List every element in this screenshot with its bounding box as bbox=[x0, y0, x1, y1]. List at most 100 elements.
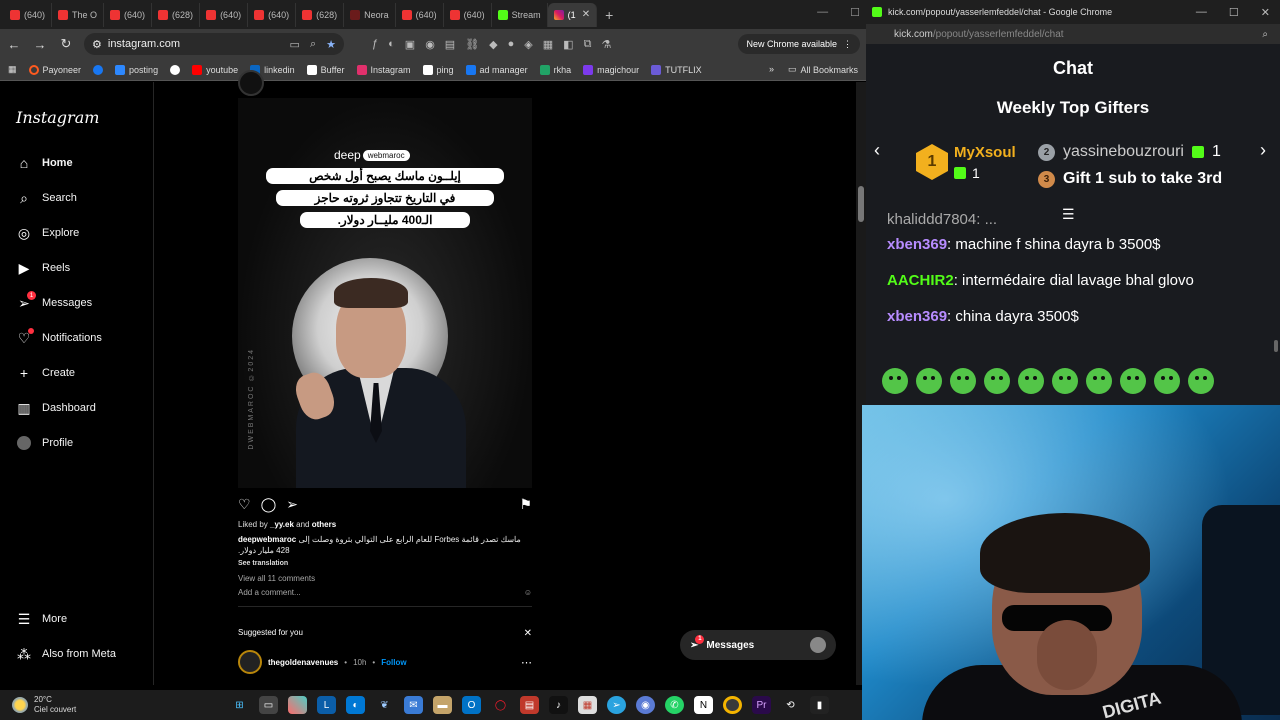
nav-home[interactable]: ⌂ Home bbox=[16, 154, 102, 172]
suggested-avatar[interactable] bbox=[238, 650, 262, 674]
extension-icon[interactable]: ◐ bbox=[388, 38, 395, 51]
opera-icon[interactable]: ◯ bbox=[491, 696, 510, 714]
bookmark-facebook[interactable] bbox=[93, 64, 104, 75]
extension-icon[interactable]: ◈ bbox=[524, 38, 532, 51]
windows-start-icon[interactable]: ⊞ bbox=[230, 696, 249, 714]
nav-also-from-meta[interactable]: ⁂ Also from Meta bbox=[16, 645, 116, 663]
url-input[interactable]: ⚙ instagram.com ▭ ⌕ ★ bbox=[84, 33, 344, 55]
minimize-icon[interactable]: — bbox=[817, 6, 828, 19]
extension-icon[interactable]: ◧ bbox=[563, 38, 573, 51]
apps-grid-icon[interactable]: ▦ bbox=[8, 64, 17, 75]
browser-tab[interactable]: (640) bbox=[248, 2, 297, 27]
task-view-icon[interactable]: ▭ bbox=[259, 696, 278, 714]
back-icon[interactable]: ← bbox=[6, 37, 22, 52]
browser-tab[interactable]: (628) bbox=[152, 2, 201, 27]
forward-icon[interactable]: → bbox=[32, 37, 48, 52]
gifter-name[interactable]: yassinebouzrouri bbox=[1063, 143, 1184, 161]
all-bookmarks-button[interactable]: ▭ All Bookmarks bbox=[788, 64, 858, 75]
close-tab-icon[interactable]: ✕ bbox=[582, 9, 590, 20]
app-icon[interactable]: ▮ bbox=[810, 696, 829, 714]
cast-icon[interactable]: ▭ bbox=[290, 38, 300, 51]
camera-extension-icon[interactable]: ◉ bbox=[425, 38, 435, 51]
add-comment-input[interactable]: Add a comment... ☺ bbox=[238, 588, 532, 597]
mail-icon[interactable]: ✉ bbox=[404, 696, 423, 714]
nav-dashboard[interactable]: ▥ Dashboard bbox=[16, 399, 102, 417]
bookmark-ping[interactable]: ping bbox=[422, 64, 454, 75]
chat-username[interactable]: AACHIR2 bbox=[887, 272, 954, 289]
follow-button[interactable]: Follow bbox=[381, 658, 406, 667]
bookmark-instagram[interactable]: Instagram bbox=[356, 64, 411, 75]
emoji-icon[interactable]: ☺ bbox=[524, 588, 532, 597]
see-translation-link[interactable]: See translation bbox=[238, 560, 288, 567]
suggested-username[interactable]: thegoldenavenues bbox=[268, 658, 338, 667]
puzzle-icon[interactable]: ⧉ bbox=[584, 38, 592, 51]
post-image[interactable]: deep webmaroc إيلــون ماسك يصبح أول شخص ف… bbox=[238, 98, 532, 488]
instagram-logo[interactable]: Instagram bbox=[16, 108, 99, 127]
nav-messages[interactable]: ➢ 1 Messages bbox=[16, 291, 102, 312]
chrome-icon[interactable] bbox=[723, 696, 742, 714]
caption-username[interactable]: deepwebmaroc bbox=[238, 535, 296, 544]
extension-icon[interactable]: ▦ bbox=[543, 38, 553, 51]
extension-icon[interactable]: ▤ bbox=[445, 38, 455, 51]
app-icon[interactable]: ◐ bbox=[346, 696, 365, 714]
weather-widget[interactable]: 20°C Ciel couvert bbox=[0, 695, 76, 715]
maximize-icon[interactable]: ☐ bbox=[1229, 6, 1239, 19]
bookmark-google[interactable] bbox=[170, 64, 181, 75]
bookmark-rkha[interactable]: rkha bbox=[539, 64, 571, 75]
liked-by-others[interactable]: others bbox=[312, 520, 336, 529]
gifter-name[interactable]: MyXsoul bbox=[954, 144, 1016, 161]
bookmark-star-icon[interactable]: ★ bbox=[326, 38, 336, 51]
nav-reels[interactable]: ▶ Reels bbox=[16, 259, 102, 277]
extension-icon[interactable]: ◆ bbox=[489, 38, 497, 51]
bookmark-tutflix[interactable]: TUTFLIX bbox=[651, 64, 702, 75]
maximize-icon[interactable]: ☐ bbox=[850, 6, 860, 19]
more-bookmarks-icon[interactable]: » bbox=[769, 64, 774, 75]
close-icon[interactable]: ✕ bbox=[524, 628, 532, 639]
chat-username[interactable]: xben369 bbox=[887, 308, 947, 325]
bookmark-magichour[interactable]: magichour bbox=[583, 64, 639, 75]
like-heart-icon[interactable]: ♡ bbox=[238, 496, 251, 512]
chevron-left-icon[interactable]: ‹ bbox=[874, 140, 880, 161]
app-icon[interactable]: ▦ bbox=[578, 696, 597, 714]
app-icon[interactable]: ❦ bbox=[375, 696, 394, 714]
browser-tab[interactable]: Neora bbox=[344, 2, 396, 27]
new-chrome-button[interactable]: New Chrome available ⋮ bbox=[738, 34, 860, 54]
scrollbar-thumb[interactable] bbox=[858, 186, 864, 222]
capcut-icon[interactable]: ⟲ bbox=[781, 696, 800, 714]
bookmark-posting[interactable]: posting bbox=[115, 64, 158, 75]
outlook-icon[interactable]: O bbox=[462, 696, 481, 714]
bookmark-payoneer[interactable]: Payoneer bbox=[28, 64, 81, 75]
premiere-icon[interactable]: Pr bbox=[752, 696, 771, 714]
extension-icon[interactable]: ● bbox=[508, 38, 515, 51]
nav-explore[interactable]: ◎ Explore bbox=[16, 224, 102, 242]
view-comments-link[interactable]: View all 11 comments bbox=[238, 574, 315, 583]
nav-profile[interactable]: Profile bbox=[16, 434, 102, 452]
bookmark-buffer[interactable]: Buffer bbox=[306, 64, 345, 75]
save-bookmark-icon[interactable]: ⚑ bbox=[519, 496, 532, 512]
bookmark-ad-manager[interactable]: ad manager bbox=[465, 64, 528, 75]
popup-url-bar[interactable]: kick.com/popout/yasserlemfeddel/chat ⌕ bbox=[866, 24, 1280, 44]
reload-icon[interactable]: ↻ bbox=[58, 36, 74, 52]
zoom-icon[interactable]: ⌕ bbox=[310, 38, 316, 51]
bookmark-youtube[interactable]: youtube bbox=[192, 64, 238, 75]
messages-floating-button[interactable]: ➢ 1 Messages bbox=[680, 630, 836, 660]
zoom-icon[interactable]: ⌕ bbox=[1262, 29, 1280, 40]
menu-dots-icon[interactable]: ⋮ bbox=[843, 39, 852, 50]
comment-icon[interactable]: ◯ bbox=[261, 496, 277, 512]
lab-icon[interactable]: ⚗ bbox=[601, 38, 611, 51]
notion-icon[interactable]: N bbox=[694, 696, 713, 714]
nav-search[interactable]: ⌕ Search bbox=[16, 189, 102, 207]
liked-by-user[interactable]: _yy.ek bbox=[270, 520, 294, 529]
chat-scrollbar[interactable] bbox=[1274, 340, 1278, 352]
link-extension-icon[interactable]: ⛓ bbox=[465, 38, 479, 51]
app-icon[interactable]: ◉ bbox=[636, 696, 655, 714]
browser-tab[interactable]: (640) bbox=[444, 2, 492, 27]
browser-tab[interactable]: (640) bbox=[4, 2, 53, 27]
browser-tab[interactable]: (628) bbox=[296, 2, 345, 27]
browser-tab[interactable]: Stream bbox=[492, 2, 548, 27]
site-info-icon[interactable]: ⚙ bbox=[92, 38, 102, 51]
app-icon[interactable]: ▤ bbox=[520, 696, 539, 714]
more-options-icon[interactable]: ⋯ bbox=[521, 656, 532, 669]
whatsapp-icon[interactable]: ✆ bbox=[665, 696, 684, 714]
telegram-icon[interactable]: ➢ bbox=[607, 696, 626, 714]
